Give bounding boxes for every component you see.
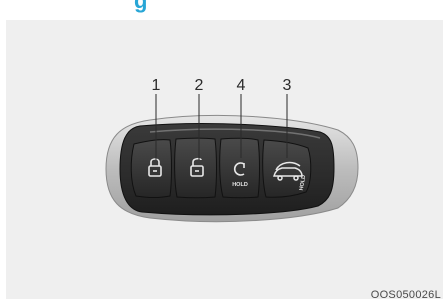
section-title-fragment: g [134,0,148,13]
illustration-panel: HOLD HOLD 1 2 4 3 OOS050026L [6,20,443,299]
key-button-remote-start [219,137,260,199]
key-button-lock [130,139,172,198]
callout-number-1: 1 [152,77,161,94]
callout-number-3: 3 [283,77,292,94]
hold-label-remote-start: HOLD [232,182,248,188]
top-bar: g [0,0,443,20]
callout-number-2: 2 [195,77,204,94]
key-button-unlock [174,137,217,199]
image-reference-code: OOS050026L [370,290,441,299]
callout-number-4: 4 [237,77,246,94]
smart-key-illustration: HOLD HOLD 1 2 4 3 [105,77,359,223]
